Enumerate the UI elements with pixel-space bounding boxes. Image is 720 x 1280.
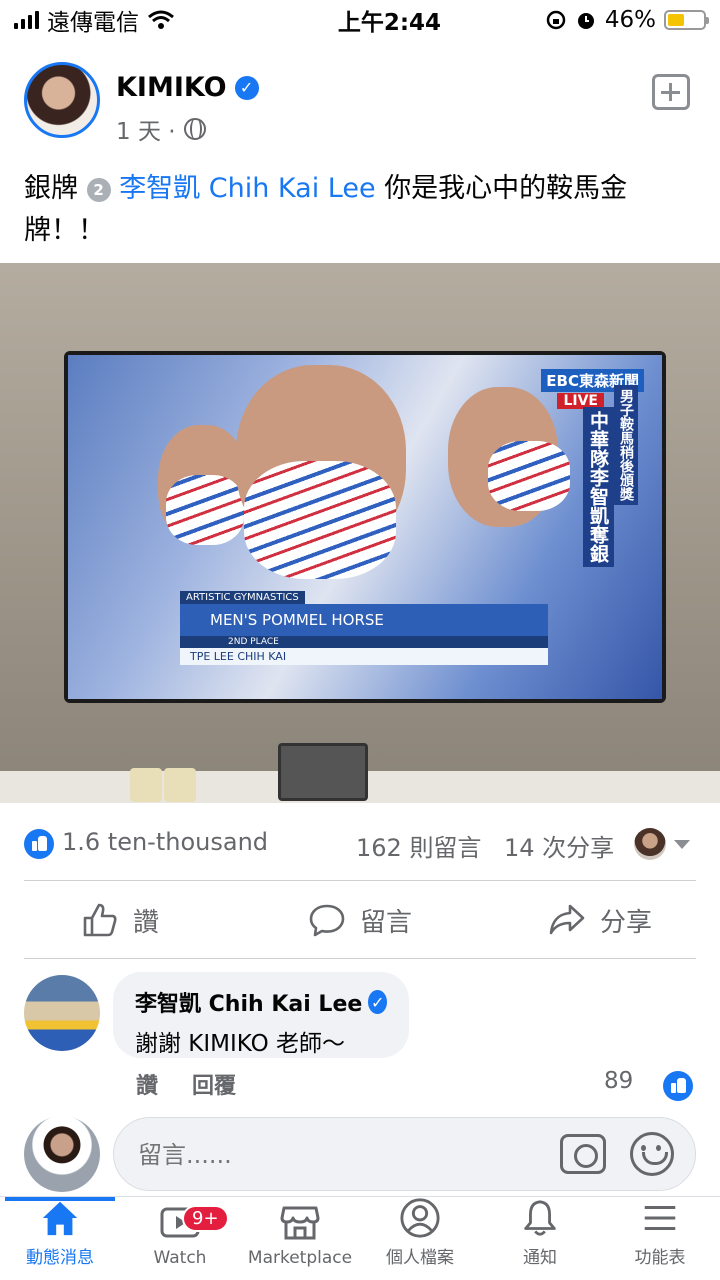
comment-actions: 讚 回覆 xyxy=(136,1068,236,1100)
comment-button-label: 留言 xyxy=(359,907,412,938)
nav-item-news-feed[interactable]: 動態消息 xyxy=(0,1197,120,1280)
status-bar: 遠傳電信 上午2:44 46% xyxy=(0,0,720,40)
tv: EBC東森新聞 LIVE 男子鞍馬稍後頒獎 中華隊李智凱奪銀 ARTISTIC … xyxy=(64,351,666,703)
like-button-label: 讚 xyxy=(132,907,159,938)
status-left: 遠傳電信 xyxy=(14,3,274,37)
vertical-caption-1: 男子鞍馬稍後頒獎 xyxy=(614,385,638,505)
commenter-name-row[interactable]: 李智凱 Chih Kai Lee ✓ xyxy=(135,986,387,1018)
nav-item-menu[interactable]: 功能表 xyxy=(600,1197,720,1280)
comment-likes[interactable]: 89 xyxy=(604,1066,694,1101)
post-time[interactable]: 1 天 · xyxy=(116,112,176,146)
nav-item-watch[interactable]: 9+ Watch xyxy=(120,1197,240,1280)
like-reaction-icon xyxy=(24,829,54,859)
carrier-name: 遠傳電信 xyxy=(47,10,139,36)
mention-link[interactable]: 李智凱 Chih Kai Lee xyxy=(119,173,375,204)
globe-icon xyxy=(183,118,206,140)
author-name-row[interactable]: KIMIKO ✓ xyxy=(116,72,259,103)
share-icon xyxy=(549,904,585,935)
divider xyxy=(24,958,696,959)
signal-icon xyxy=(14,11,39,29)
thumbs-up-icon xyxy=(83,903,117,937)
comment-button[interactable]: 留言 xyxy=(240,882,480,958)
nav-label: Marketplace xyxy=(247,1248,353,1268)
share-count[interactable]: 14 次分享 xyxy=(504,828,614,863)
clock: 上午2:44 xyxy=(337,10,442,36)
watch-badge: 9+ xyxy=(182,1205,229,1232)
candle xyxy=(130,768,162,802)
comment-input[interactable] xyxy=(138,1136,538,1174)
comment-count[interactable]: 162 則留言 xyxy=(356,828,481,863)
like-button[interactable]: 讚 xyxy=(0,882,240,958)
weather-station xyxy=(278,743,368,801)
bottom-nav: 動態消息 9+ Watch Marketplace 個人檔案 通知 功能表 xyxy=(0,1196,720,1280)
comment-icon xyxy=(309,904,345,937)
author-name[interactable]: KIMIKO xyxy=(116,72,227,103)
battery-icon xyxy=(664,10,709,30)
comment-bubble[interactable]: 李智凱 Chih Kai Lee ✓ 謝謝 KIMIKO 老師～ xyxy=(113,972,409,1058)
chevron-down-icon[interactable] xyxy=(674,840,690,849)
share-button-label: 分享 xyxy=(599,907,652,938)
author-avatar[interactable] xyxy=(24,62,100,138)
nav-label: 個人檔案 xyxy=(386,1248,454,1268)
share-button[interactable]: 分享 xyxy=(480,882,720,958)
vertical-caption-2: 中華隊李智凱奪銀 xyxy=(583,407,614,567)
reactions-bar: 1.6 ten-thousand 162 則留言 14 次分享 xyxy=(0,824,720,864)
commenter-avatar[interactable] xyxy=(24,975,100,1051)
comment-composer[interactable] xyxy=(113,1117,696,1191)
status-right: 46% xyxy=(545,7,709,33)
nav-item-notifications[interactable]: 通知 xyxy=(480,1197,600,1280)
home-icon xyxy=(42,1201,78,1236)
profile-icon xyxy=(400,1198,440,1238)
comment-like-button[interactable]: 讚 xyxy=(136,1068,158,1100)
save-post-button[interactable] xyxy=(652,74,690,110)
wifi-icon xyxy=(148,10,174,29)
marketplace-icon xyxy=(280,1206,320,1240)
verified-badge-icon: ✓ xyxy=(368,990,387,1014)
post-text: 銀牌 2 李智凱 Chih Kai Lee 你是我心中的鞍馬金牌！！ xyxy=(24,168,704,252)
candle xyxy=(164,768,196,802)
tv-screen: EBC東森新聞 LIVE 男子鞍馬稍後頒獎 中華隊李智凱奪銀 ARTISTIC … xyxy=(68,355,662,699)
post-actions: 讚 留言 分享 xyxy=(0,882,720,958)
comment-text: 謝謝 KIMIKO 老師～ xyxy=(135,1031,346,1057)
nav-label: 動態消息 xyxy=(26,1248,94,1268)
nav-label: 功能表 xyxy=(634,1248,686,1268)
divider xyxy=(24,880,696,881)
post-meta: 1 天 · xyxy=(116,112,206,146)
nav-item-marketplace[interactable]: Marketplace xyxy=(240,1197,360,1280)
menu-icon xyxy=(644,1205,676,1231)
like-reaction-icon xyxy=(663,1071,694,1101)
comment-reply-button[interactable]: 回覆 xyxy=(192,1068,236,1100)
verified-badge-icon: ✓ xyxy=(234,75,259,100)
reactor-avatar[interactable] xyxy=(634,828,666,860)
mask-right xyxy=(488,441,570,511)
post-text-prefix: 銀牌 xyxy=(24,173,78,204)
mask-left xyxy=(166,475,244,545)
lower-third: ARTISTIC GYMNASTICS MEN'S POMMEL HORSE 2… xyxy=(180,585,548,665)
post-photo[interactable]: EBC東森新聞 LIVE 男子鞍馬稍後頒獎 中華隊李智凱奪銀 ARTISTIC … xyxy=(0,263,720,803)
rotation-lock-icon xyxy=(546,10,566,30)
lower-third-place: 2ND PLACE xyxy=(180,636,548,648)
lower-third-athlete: TPE LEE CHIH KAI xyxy=(180,648,548,665)
my-avatar[interactable] xyxy=(24,1116,100,1192)
battery-percent: 46% xyxy=(604,7,656,33)
silver-medal-icon: 2 xyxy=(86,177,111,202)
nav-item-profile[interactable]: 個人檔案 xyxy=(360,1197,480,1280)
mask-center xyxy=(244,461,396,579)
emoji-icon[interactable] xyxy=(630,1132,674,1176)
lower-third-category: ARTISTIC GYMNASTICS xyxy=(180,591,305,604)
commenter-name[interactable]: 李智凱 Chih Kai Lee xyxy=(135,986,362,1018)
post-header: KIMIKO ✓ 1 天 · xyxy=(0,60,720,150)
nav-label: Watch xyxy=(153,1248,207,1268)
alarm-icon xyxy=(577,13,594,29)
camera-icon[interactable] xyxy=(560,1134,606,1174)
comment-like-count: 89 xyxy=(604,1068,634,1094)
bell-icon xyxy=(524,1200,556,1236)
lower-third-event: MEN'S POMMEL HORSE xyxy=(180,604,548,636)
reaction-count[interactable]: 1.6 ten-thousand xyxy=(62,828,268,856)
nav-label: 通知 xyxy=(523,1248,557,1268)
battery-fill xyxy=(668,14,684,26)
